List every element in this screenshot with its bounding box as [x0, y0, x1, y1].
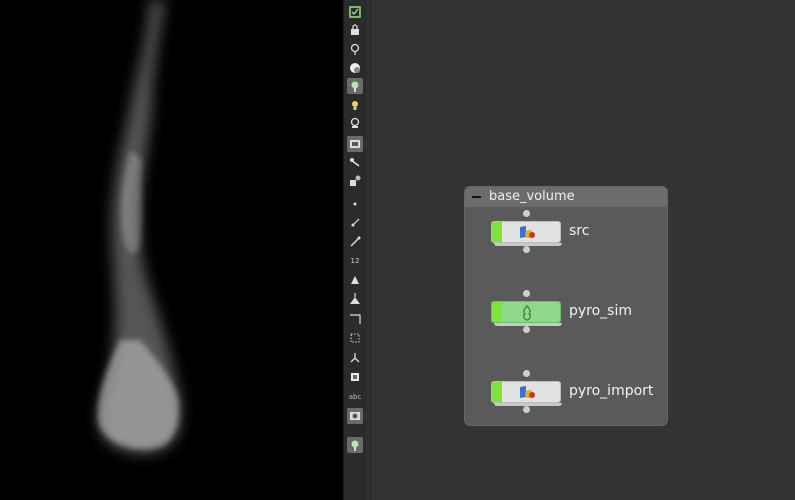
breakpoint-icon[interactable]: [347, 349, 363, 365]
input-port[interactable]: [523, 290, 530, 297]
uv-icon[interactable]: [347, 330, 363, 346]
visualizer-icon[interactable]: [347, 173, 363, 189]
display-flag[interactable]: [492, 302, 502, 322]
viewport[interactable]: [0, 0, 343, 500]
light-icon[interactable]: [347, 97, 363, 113]
handle-icon[interactable]: [347, 41, 363, 57]
object-merge-icon: [520, 386, 535, 398]
edge-icon[interactable]: [347, 311, 363, 327]
primitive-icon[interactable]: [347, 272, 363, 288]
camera-light-icon[interactable]: [347, 115, 363, 131]
select-mode-icon[interactable]: [347, 4, 363, 20]
output-port[interactable]: [523, 406, 530, 413]
pin-icon[interactable]: [347, 437, 363, 453]
object-merge-icon: [520, 226, 535, 238]
pyro-solver-icon: [523, 305, 531, 321]
text-label: abc: [348, 392, 362, 401]
ghost-icon[interactable]: [347, 155, 363, 171]
smoke-plume: [97, 0, 181, 454]
node-body[interactable]: [491, 381, 561, 403]
stop-icon[interactable]: [347, 369, 363, 385]
point-icon[interactable]: [347, 196, 363, 212]
text-label-icon[interactable]: abc: [347, 389, 363, 405]
node-label: pyro_sim: [569, 303, 633, 319]
node-label: src: [569, 223, 590, 239]
network-box-header[interactable]: base_volume: [465, 187, 667, 207]
point-numbers-label: 12: [350, 256, 360, 265]
display-options-icon[interactable]: [347, 136, 363, 152]
pin-view-icon[interactable]: [347, 78, 363, 94]
snapshot-icon[interactable]: [347, 408, 363, 424]
node-label: pyro_import: [569, 383, 654, 399]
point-normals-icon[interactable]: [347, 215, 363, 231]
display-flag[interactable]: [492, 382, 502, 402]
lock-icon[interactable]: [347, 22, 363, 38]
primitive-normals-icon[interactable]: [347, 291, 363, 307]
input-port[interactable]: [523, 210, 530, 217]
display-flag[interactable]: [492, 222, 502, 242]
shading-icon[interactable]: [347, 60, 363, 76]
viewport-toolbar: 12 abc: [343, 0, 367, 500]
node-body[interactable]: [491, 301, 561, 323]
node-body[interactable]: [491, 221, 561, 243]
vertex-normals-icon[interactable]: [347, 234, 363, 250]
network-box-title: base_volume: [489, 189, 575, 204]
output-port[interactable]: [523, 326, 530, 333]
point-numbers-icon[interactable]: 12: [347, 253, 363, 269]
input-port[interactable]: [523, 370, 530, 377]
collapse-icon[interactable]: [472, 196, 481, 198]
output-port[interactable]: [523, 246, 530, 253]
